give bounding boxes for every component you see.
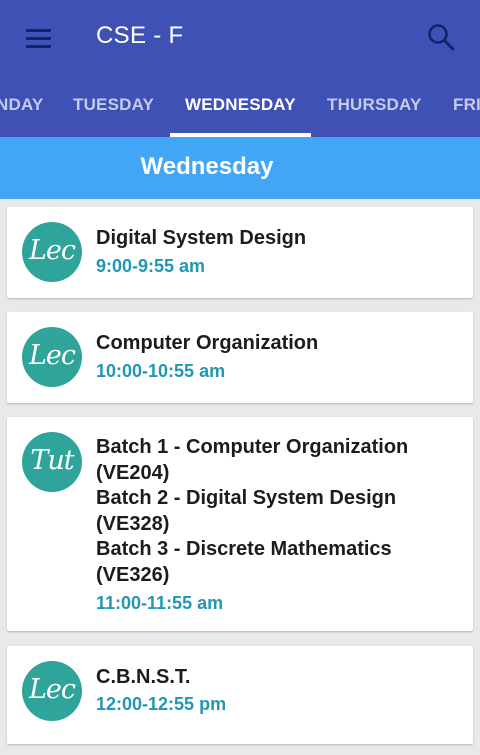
class-time: 9:00-9:55 am bbox=[96, 256, 206, 276]
class-card[interactable]: Lec Computer Organization 10:00-10:55 am bbox=[7, 312, 473, 403]
app-bar: CSE - F NDAY TUESDAY WEDNESDAY THURSDAY … bbox=[0, 0, 480, 137]
menu-icon-line bbox=[25, 36, 51, 40]
subject-line: Batch 2 - Digital System Design bbox=[96, 487, 397, 509]
lecture-badge-icon: Lec bbox=[22, 327, 82, 387]
class-card[interactable]: Tut Batch 1 - Computer Organization (VE2… bbox=[7, 417, 473, 631]
subject-line: (VE326) bbox=[96, 563, 170, 586]
search-icon-graphic bbox=[428, 24, 455, 51]
class-time: 11:00-11:55 am bbox=[96, 593, 224, 613]
menu-icon-line bbox=[25, 28, 51, 32]
subject-line: Computer Organization bbox=[96, 332, 319, 354]
tab-thursday[interactable]: THURSDAY bbox=[327, 78, 422, 137]
menu-icon-line bbox=[25, 44, 51, 48]
search-icon[interactable] bbox=[420, 16, 464, 60]
tab-friday[interactable]: FRI bbox=[453, 78, 480, 137]
class-subject: Batch 1 - Computer Organization (VE204) … bbox=[96, 435, 456, 588]
day-title: Wednesday bbox=[140, 153, 274, 180]
tutorial-badge-icon: Tut bbox=[22, 432, 82, 492]
tab-wednesday[interactable]: WEDNESDAY bbox=[185, 78, 296, 137]
subject-line: C.B.N.S.T. bbox=[96, 666, 191, 688]
class-card[interactable]: Lec Digital System Design 9:00-9:55 am bbox=[7, 207, 473, 298]
tab-monday[interactable]: NDAY bbox=[0, 78, 43, 137]
class-subject: Digital System Design bbox=[96, 226, 456, 252]
menu-icon[interactable] bbox=[14, 18, 62, 58]
subject-line: Digital System Design bbox=[96, 227, 307, 249]
subject-line: (VE204) bbox=[96, 461, 170, 484]
class-subject: Computer Organization bbox=[96, 331, 456, 357]
class-subject: C.B.N.S.T. bbox=[96, 665, 456, 691]
class-card[interactable]: Lec C.B.N.S.T. 12:00-12:55 pm bbox=[7, 646, 473, 744]
lecture-badge-icon: Lec bbox=[22, 661, 82, 721]
tab-tuesday[interactable]: TUESDAY bbox=[73, 78, 154, 137]
day-tabs: NDAY TUESDAY WEDNESDAY THURSDAY FRI bbox=[0, 78, 480, 137]
day-header: Wednesday bbox=[0, 137, 480, 199]
subject-line: (VE328) bbox=[96, 512, 170, 535]
class-time: 12:00-12:55 pm bbox=[96, 694, 227, 714]
app-title: CSE - F bbox=[96, 22, 184, 49]
lecture-badge-icon: Lec bbox=[22, 222, 82, 282]
class-time: 10:00-10:55 am bbox=[96, 361, 226, 381]
subject-line: Batch 3 - Discrete Mathematics bbox=[96, 538, 392, 560]
subject-line: Batch 1 - Computer Organization bbox=[96, 436, 409, 458]
